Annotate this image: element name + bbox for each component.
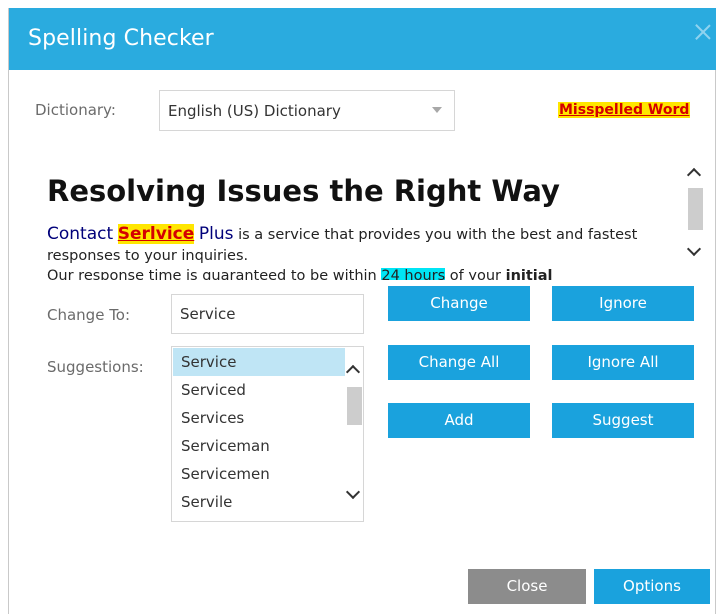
- suggestions-list[interactable]: Service Serviced Services Serviceman Ser…: [171, 346, 364, 522]
- list-item[interactable]: Services: [173, 404, 345, 432]
- change-button[interactable]: Change: [388, 286, 530, 321]
- chevron-down-icon[interactable]: [345, 484, 361, 500]
- add-button[interactable]: Add: [388, 403, 530, 438]
- misspelled-word[interactable]: Serlvice: [117, 224, 195, 244]
- change-to-label: Change To:: [47, 306, 131, 324]
- dictionary-label: Dictionary:: [35, 101, 116, 119]
- spelling-checker-dialog: Spelling Checker Dictionary: English (US…: [8, 8, 716, 614]
- suggest-button[interactable]: Suggest: [552, 403, 694, 438]
- suggestions-label: Suggestions:: [47, 358, 144, 376]
- chevron-up-icon[interactable]: [345, 364, 361, 380]
- ignore-all-button[interactable]: Ignore All: [552, 345, 694, 380]
- preview-scrollbar[interactable]: [686, 160, 704, 270]
- list-item[interactable]: Servicemen: [173, 460, 345, 488]
- suggestions-scrollbar[interactable]: [345, 347, 363, 521]
- ignore-button[interactable]: Ignore: [552, 286, 694, 321]
- preview-brand-text: Contact: [47, 224, 114, 244]
- list-item[interactable]: Service: [173, 348, 345, 376]
- preview-paragraph: Contact Serlvice Plus is a service that …: [47, 224, 667, 267]
- list-item[interactable]: Serviced: [173, 376, 345, 404]
- change-to-input[interactable]: [171, 294, 364, 334]
- dialog-title: Spelling Checker: [28, 26, 214, 51]
- close-icon[interactable]: [695, 24, 711, 40]
- preview-bold-text: initial: [505, 268, 553, 280]
- chevron-up-icon[interactable]: [686, 167, 702, 183]
- scroll-thumb[interactable]: [347, 387, 362, 425]
- options-button[interactable]: Options: [594, 569, 710, 604]
- change-all-button[interactable]: Change All: [388, 345, 530, 380]
- preview-text-3: of your: [449, 268, 501, 280]
- list-item[interactable]: Servile: [173, 488, 345, 516]
- close-button[interactable]: Close: [468, 569, 586, 604]
- chevron-down-icon[interactable]: [686, 241, 702, 257]
- dictionary-selected-value: English (US) Dictionary: [168, 102, 341, 120]
- highlighted-text: 24 hours: [381, 268, 446, 280]
- preview-paragraph-2: Our response time is guaranteed to be wi…: [47, 268, 667, 280]
- scroll-thumb[interactable]: [688, 188, 703, 230]
- chevron-down-icon: [432, 107, 442, 113]
- preview-brand-text-2: Plus: [198, 224, 234, 244]
- dictionary-select[interactable]: English (US) Dictionary: [159, 90, 455, 131]
- text-preview: Resolving Issues the Right Way Contact S…: [37, 160, 677, 280]
- misspelled-word-legend: Misspelled Word: [558, 102, 691, 118]
- list-item[interactable]: Serviceman: [173, 432, 345, 460]
- preview-heading: Resolving Issues the Right Way: [47, 174, 560, 208]
- preview-text-2: Our response time is guaranteed to be wi…: [47, 268, 377, 280]
- title-bar: Spelling Checker: [9, 8, 716, 70]
